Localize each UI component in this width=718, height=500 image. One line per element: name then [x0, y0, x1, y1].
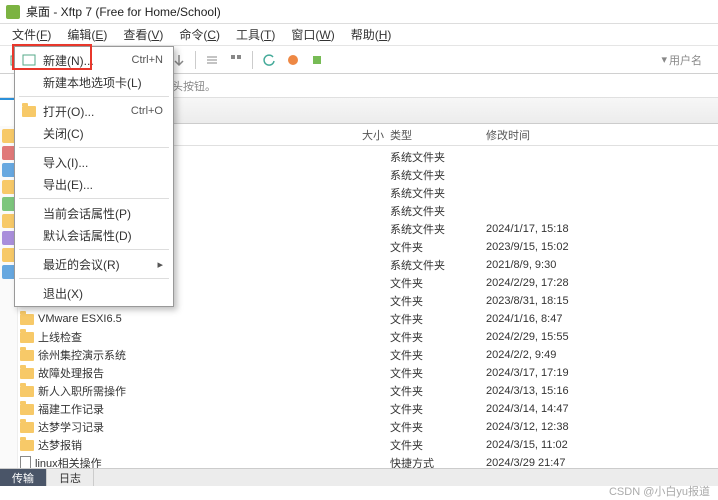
- toolbar-separator: [252, 51, 253, 69]
- menu-w[interactable]: 窗口(W): [283, 24, 342, 45]
- menu-item[interactable]: 退出(X): [15, 282, 173, 304]
- folder-icon: [20, 332, 34, 343]
- table-row[interactable]: 新人入职所需操作文件夹2024/3/13, 15:16: [0, 382, 718, 400]
- file-menu-dropdown: 新建(N)...Ctrl+N新建本地选项卡(L) 打开(O)...Ctrl+O关闭…: [14, 46, 174, 307]
- menu-f[interactable]: 文件(F): [4, 24, 59, 45]
- username-label: 用户名: [669, 52, 702, 68]
- folder-icon: [20, 422, 34, 433]
- window-title: 桌面 - Xftp 7 (Free for Home/School): [26, 3, 221, 20]
- menu-e[interactable]: 编辑(E): [59, 24, 115, 45]
- table-row[interactable]: 上线检查文件夹2024/2/29, 15:55: [0, 328, 718, 346]
- refresh-button[interactable]: [258, 49, 280, 71]
- menu-item[interactable]: 最近的会议(R)▸: [15, 253, 173, 275]
- menu-t[interactable]: 工具(T): [228, 24, 283, 45]
- menu-item[interactable]: 打开(O)...Ctrl+O: [15, 100, 173, 122]
- tab-transfer[interactable]: 传输: [0, 469, 47, 486]
- menu-bar: 文件(F)编辑(E)查看(V)命令(C)工具(T)窗口(W)帮助(H): [0, 24, 718, 46]
- tab-log[interactable]: 日志: [47, 469, 94, 486]
- menu-item[interactable]: 导入(I)...: [15, 151, 173, 173]
- menu-item[interactable]: 关闭(C): [15, 122, 173, 144]
- menu-item[interactable]: 新建(N)...Ctrl+N: [15, 49, 173, 71]
- menu-c[interactable]: 命令(C): [171, 24, 228, 45]
- menu-h[interactable]: 帮助(H): [343, 24, 400, 45]
- table-row[interactable]: 徐州集控演示系统文件夹2024/2/2, 9:49: [0, 346, 718, 364]
- menu-item[interactable]: 当前会话属性(P): [15, 202, 173, 224]
- folder-icon: [20, 350, 34, 361]
- menu-item[interactable]: 新建本地选项卡(L): [15, 71, 173, 93]
- view-list-button[interactable]: [201, 49, 223, 71]
- menu-v[interactable]: 查看(V): [115, 24, 171, 45]
- watermark: CSDN @小白yu报道: [609, 483, 710, 499]
- toolbar-separator: [195, 51, 196, 69]
- col-date[interactable]: 修改时间: [486, 127, 718, 143]
- table-row[interactable]: 达梦报销文件夹2024/3/15, 11:02: [0, 436, 718, 454]
- dropdown-arrow-icon[interactable]: ▾: [661, 53, 667, 66]
- folder-icon: [20, 314, 34, 325]
- table-row[interactable]: 福建工作记录文件夹2024/3/14, 14:47: [0, 400, 718, 418]
- menu-item[interactable]: 默认会话属性(D): [15, 224, 173, 246]
- settings-button[interactable]: [306, 49, 328, 71]
- folder-icon: [20, 404, 34, 415]
- view-detail-button[interactable]: [225, 49, 247, 71]
- folder-icon: [20, 368, 34, 379]
- app-icon: [6, 5, 20, 19]
- table-row[interactable]: 故障处理报告文件夹2024/3/17, 17:19: [0, 364, 718, 382]
- col-size[interactable]: 大小: [352, 127, 390, 143]
- col-type[interactable]: 类型: [390, 127, 486, 143]
- menu-item[interactable]: 导出(E)...: [15, 173, 173, 195]
- table-row[interactable]: 达梦学习记录文件夹2024/3/12, 12:38: [0, 418, 718, 436]
- title-bar: 桌面 - Xftp 7 (Free for Home/School): [0, 0, 718, 24]
- stop-button[interactable]: [282, 49, 304, 71]
- folder-icon: [20, 386, 34, 397]
- table-row[interactable]: VMware ESXI6.5文件夹2024/1/16, 8:47: [0, 310, 718, 328]
- folder-icon: [20, 440, 34, 451]
